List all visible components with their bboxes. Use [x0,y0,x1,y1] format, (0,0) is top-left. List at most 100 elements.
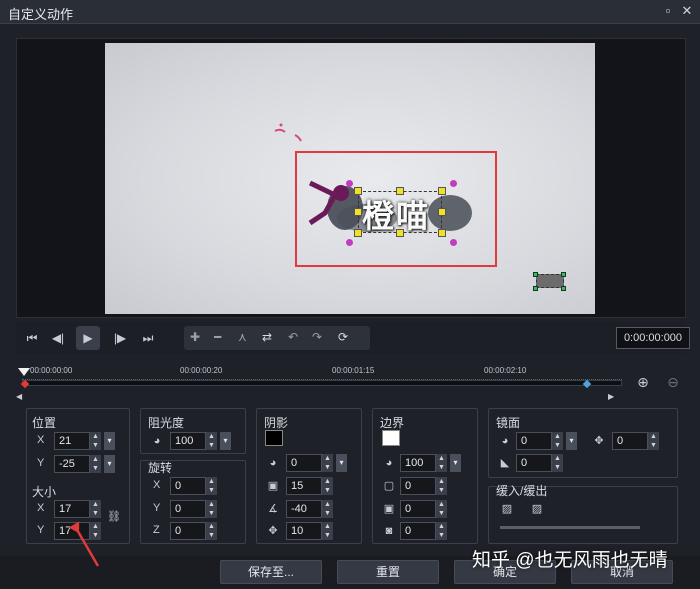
resize-handle[interactable] [354,187,362,195]
next-keyframe-icon[interactable]: ↷ [312,330,322,344]
scroll-right-icon[interactable]: ▶ [608,392,614,401]
close-icon[interactable]: ✕ [679,3,695,19]
mirror-opacity-input[interactable]: 0 [516,432,552,450]
rotate-handle[interactable] [450,180,457,187]
position-x-stepper[interactable]: ▲ ▼ [90,432,101,450]
tick-label: 00:00:01:15 [332,366,375,375]
rotation-y-input[interactable]: 0 [170,500,206,518]
object-handle[interactable] [561,286,566,291]
shadow-blur-stepper[interactable]: ▲ ▼ [322,477,333,495]
border-width-input[interactable]: 0 [400,477,436,495]
shadow-distance-stepper[interactable]: ▲ ▼ [322,522,333,540]
save-to-button[interactable]: 保存至... [220,560,322,584]
shadow-blur-input[interactable]: 15 [286,477,322,495]
object-handle[interactable] [561,272,566,277]
timecode-display[interactable]: 0:00:00:000 [616,327,690,349]
rotation-z-input[interactable]: 0 [170,522,206,540]
border-radius-stepper[interactable]: ▲ ▼ [436,522,447,540]
reset-button[interactable]: 重置 [337,560,439,584]
shadow-angle-stepper[interactable]: ▲ ▼ [322,500,333,518]
axis-label: Y [37,457,45,469]
ease-out-icon[interactable]: ▨ [530,502,544,516]
play-button[interactable]: ▶ [76,326,100,350]
rotate-handle[interactable] [346,180,353,187]
border-color-swatch[interactable] [382,430,400,446]
mirror-distance-icon: ✥ [594,435,604,447]
zoom-in-icon[interactable]: ⊕ [634,374,652,392]
mirror-opacity-stepper[interactable]: ▲ ▼ [552,432,563,450]
shadow-opacity-dropdown[interactable]: ▾ [336,454,347,472]
scroll-left-icon[interactable]: ◀ [16,392,22,401]
mirror-keyframe-icon[interactable]: ⋏ [238,330,247,344]
border-width-stepper[interactable]: ▲ ▼ [436,477,447,495]
shadow-opacity-input[interactable]: 0 [286,454,322,472]
shadow-angle-input[interactable]: -40 [286,500,322,518]
rotation-y-stepper[interactable]: ▲ ▼ [206,500,217,518]
shadow-opacity-stepper[interactable]: ▲ ▼ [322,454,333,472]
ease-in-icon[interactable]: ▨ [500,502,514,516]
opacity-input[interactable]: 100 [170,432,206,450]
object-handle[interactable] [533,286,538,291]
maximize-icon[interactable]: ▫ [660,3,676,19]
shadow-color-swatch[interactable] [265,430,283,446]
rotation-x-stepper[interactable]: ▲ ▼ [206,477,217,495]
object-handle[interactable] [533,272,538,277]
position-y-input[interactable]: -25 [54,455,90,473]
rotation-z-stepper[interactable]: ▲ ▼ [206,522,217,540]
border-radius-input[interactable]: 0 [400,522,436,540]
mirror-fade-input[interactable]: 0 [516,454,552,472]
mirror-distance-stepper[interactable]: ▲ ▼ [648,432,659,450]
timeline[interactable]: 00:00:00:00 00:00:00:20 00:00:01:15 00:0… [10,360,690,406]
opacity-dropdown[interactable]: ▾ [220,432,231,450]
axis-label: X [37,502,45,514]
keyframe-tools: ✚ ━ ⋏ ⇄ ↶ ↷ ⟳ [184,326,370,350]
go-end-icon[interactable]: ⏭ [136,326,160,350]
resize-handle[interactable] [354,229,362,237]
size-x-stepper[interactable]: ▲ ▼ [90,500,101,518]
resize-handle[interactable] [438,208,446,216]
selection-box[interactable] [358,191,442,233]
position-x-input[interactable]: 21 [54,432,90,450]
resize-handle[interactable] [396,229,404,237]
go-start-icon[interactable]: ⏮ [20,326,44,350]
rotate-handle[interactable] [450,239,457,246]
timeline-track[interactable] [22,380,622,386]
link-aspect-icon[interactable]: ⛓ [107,510,121,524]
border-opacity-input[interactable]: 100 [400,454,436,472]
zoom-out-icon[interactable]: ⊖ [664,374,682,392]
opacity-icon: ◕ [153,435,161,447]
mirror-opacity-dropdown[interactable]: ▾ [566,432,577,450]
ease-slider[interactable] [500,526,640,529]
resize-handle[interactable] [438,229,446,237]
mirror-distance-input[interactable]: 0 [612,432,648,450]
border-blur-input[interactable]: 0 [400,500,436,518]
add-keyframe-icon[interactable]: ✚ [190,330,200,344]
shadow-distance-input[interactable]: 10 [286,522,322,540]
tick-label: 00:00:00:00 [30,366,73,375]
small-object[interactable] [536,274,564,288]
resize-handle[interactable] [396,187,404,195]
border-blur-stepper[interactable]: ▲ ▼ [436,500,447,518]
opacity-stepper[interactable]: ▲ ▼ [206,432,217,450]
border-radius-icon: ◙ [385,525,393,537]
resize-handle[interactable] [354,208,362,216]
swap-keyframe-icon[interactable]: ⇄ [262,330,272,344]
size-x-input[interactable]: 17 [54,500,90,518]
border-opacity-stepper[interactable]: ▲ ▼ [436,454,447,472]
prev-keyframe-icon[interactable]: ↶ [288,330,298,344]
position-y-dropdown[interactable]: ▾ [104,455,115,473]
rotation-x-input[interactable]: 0 [170,477,206,495]
shadow-label: 阴影 [264,416,289,430]
prev-frame-icon[interactable]: ◀| [46,326,70,350]
resize-handle[interactable] [438,187,446,195]
next-frame-icon[interactable]: |▶ [108,326,132,350]
border-opacity-dropdown[interactable]: ▾ [450,454,461,472]
rotate-handle[interactable] [346,239,353,246]
position-y-stepper[interactable]: ▲ ▼ [90,455,101,473]
remove-keyframe-icon[interactable]: ━ [214,330,221,344]
mirror-fade-stepper[interactable]: ▲ ▼ [552,454,563,472]
ease-keyframe-icon[interactable]: ⟳ [338,330,348,344]
position-x-dropdown[interactable]: ▾ [104,432,115,450]
playhead[interactable] [18,368,30,376]
window-title: 自定义动作 [8,7,74,22]
